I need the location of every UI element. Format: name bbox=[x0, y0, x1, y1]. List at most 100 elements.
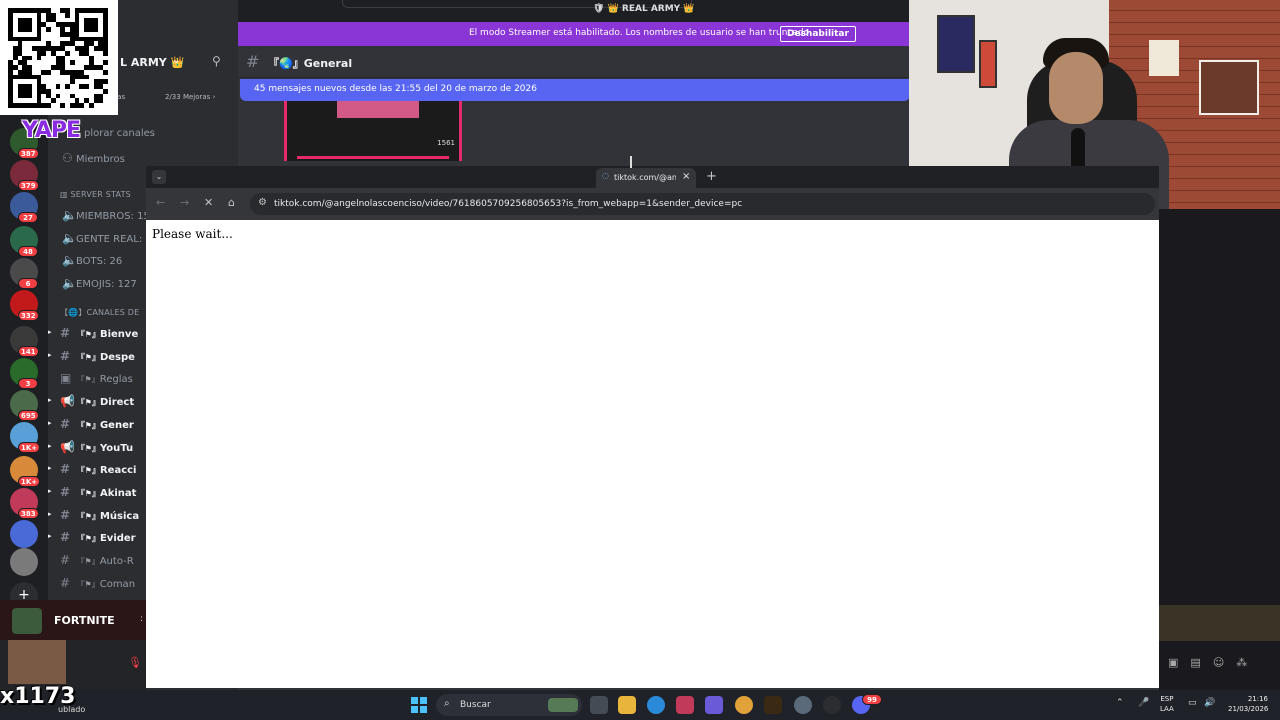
channel-emoji-icon: 『⚑』 bbox=[74, 557, 100, 566]
edge-icon[interactable] bbox=[647, 696, 665, 714]
back-arrow-icon[interactable]: ← bbox=[156, 196, 165, 209]
qr-grid bbox=[8, 8, 110, 108]
page-content: Please wait... bbox=[146, 220, 1159, 688]
server-icon[interactable] bbox=[10, 548, 38, 576]
volume-icon[interactable]: 🔊 bbox=[1204, 698, 1215, 708]
lang-bottom: LAA bbox=[1160, 705, 1174, 713]
file-explorer-icon[interactable] bbox=[618, 696, 636, 714]
tab-strip: ⌄ ◌ tiktok.com/@ang × + bbox=[146, 166, 1159, 188]
channel-label: Reacci bbox=[99, 465, 137, 477]
qr-code bbox=[0, 0, 118, 115]
members-link[interactable]: ⚇ Miembros bbox=[62, 151, 125, 169]
server-icon[interactable] bbox=[10, 520, 38, 548]
crown-icon: 👑 bbox=[607, 4, 622, 14]
channel-item[interactable]: # 『⚑』Auto-R bbox=[60, 553, 134, 571]
url-text[interactable]: tiktok.com/@angelnolascoenciso/video/761… bbox=[274, 199, 742, 209]
channel-type-icon: # bbox=[60, 484, 71, 499]
tab-search-button[interactable]: ⌄ bbox=[152, 170, 166, 184]
channel-item[interactable]: ▣ 『⚑』Reglas bbox=[60, 371, 133, 389]
channel-label: Despe bbox=[99, 351, 135, 363]
channel-type-icon: # bbox=[60, 530, 71, 545]
sticker-icon[interactable]: ▤ bbox=[1190, 656, 1200, 669]
channel-item[interactable]: ▸ # 『⚑』Gener bbox=[48, 417, 134, 435]
clock[interactable]: 21:16 21/03/2026 bbox=[1228, 694, 1268, 714]
right-overlay-box bbox=[1159, 605, 1280, 641]
channel-item[interactable]: ▸ 📢 『⚑』Direct bbox=[48, 394, 135, 412]
stat-channel[interactable]: 🔈GENTE REAL: bbox=[62, 231, 142, 249]
chart-icon: ▥ bbox=[60, 190, 71, 199]
game-app-icon[interactable] bbox=[764, 696, 782, 714]
chat-image-attachment[interactable]: 1561 bbox=[284, 101, 462, 161]
channel-label: Auto-R bbox=[99, 556, 134, 567]
server-mention-badge: 27 bbox=[18, 212, 38, 223]
channel-item[interactable]: ▸ # 『⚑』Música bbox=[48, 508, 139, 526]
channel-item[interactable]: ▸ # 『⚑』Evider bbox=[48, 530, 136, 548]
site-info-icon[interactable]: ⚙ bbox=[258, 197, 267, 208]
webcam-poster bbox=[979, 40, 997, 88]
channel-item[interactable]: ▸ # 『⚑』Reacci bbox=[48, 462, 137, 480]
channel-title: 『🌏』General bbox=[268, 57, 353, 70]
fortnite-icon bbox=[12, 608, 42, 634]
category-canales[interactable]: 【🌐】CANALES DE bbox=[60, 307, 139, 318]
channel-item[interactable]: # 『⚑』Coman bbox=[60, 576, 135, 594]
channel-item[interactable]: ▸ 📢 『⚑』YouTu bbox=[48, 440, 133, 458]
channel-label: Coman bbox=[99, 578, 136, 590]
channel-type-icon: ▣ bbox=[60, 371, 72, 386]
channel-item[interactable]: ▸ # 『⚑』Despe bbox=[48, 349, 135, 367]
windows-start-icon[interactable] bbox=[411, 697, 427, 713]
image-count: 1561 bbox=[437, 139, 455, 147]
stop-loading-icon[interactable]: ✕ bbox=[204, 196, 213, 209]
new-messages-banner[interactable]: 45 mensajes nuevos desde las 21:55 del 2… bbox=[240, 79, 910, 101]
server-mention-badge: 387 bbox=[18, 148, 39, 159]
brick-line bbox=[1109, 46, 1280, 47]
address-bar[interactable]: ⚙ tiktok.com/@angelnolascoenciso/video/7… bbox=[250, 193, 1155, 215]
disable-streamer-button[interactable]: Deshabilitar bbox=[780, 26, 856, 42]
store-icon[interactable] bbox=[676, 696, 694, 714]
network-icon[interactable]: ▭ bbox=[1188, 698, 1197, 708]
crown-icon: 👑 bbox=[680, 4, 695, 14]
chrome-icon[interactable] bbox=[735, 696, 753, 714]
home-icon[interactable]: ⌂ bbox=[228, 196, 235, 209]
activity-title: FORTNITE bbox=[54, 614, 115, 627]
forward-arrow-icon[interactable]: → bbox=[180, 196, 189, 209]
discord-topbar: 🛡 👑 REAL ARMY 👑 bbox=[238, 0, 910, 22]
channel-item[interactable]: ▸ # 『⚑』Bienve bbox=[48, 326, 138, 344]
channel-emoji-icon: 『⚑』 bbox=[74, 352, 100, 362]
tray-chevron-icon[interactable]: ⌃ bbox=[1116, 698, 1124, 708]
weather-text: ublado bbox=[58, 705, 86, 714]
add-user-icon[interactable]: ⚲ bbox=[212, 54, 221, 68]
explore-channels-link[interactable]: plorar canales bbox=[84, 128, 155, 146]
settings-app-icon[interactable] bbox=[823, 696, 841, 714]
taskbar-search[interactable]: ⌕ Buscar bbox=[436, 694, 582, 716]
mic-muted-icon[interactable]: 🎙 bbox=[128, 656, 142, 669]
channel-label: Direct bbox=[99, 397, 135, 409]
chrome-active-icon[interactable] bbox=[794, 696, 812, 714]
stat-channel[interactable]: 🔈BOTS: 26 bbox=[62, 253, 122, 271]
stat-channel[interactable]: 🔈EMOJIS: 127 bbox=[62, 276, 137, 294]
channel-emoji-icon: 『⚑』 bbox=[74, 466, 100, 476]
channel-label: Gener bbox=[99, 419, 134, 431]
speaker-icon: 🔈 bbox=[62, 208, 77, 222]
emoji-icon[interactable]: ☺ bbox=[1213, 656, 1224, 669]
channel-item[interactable]: ▸ # 『⚑』Akinat bbox=[48, 484, 136, 503]
mic-icon[interactable]: 🎤 bbox=[1138, 698, 1149, 708]
language-indicator[interactable]: ESP LAA bbox=[1160, 694, 1174, 714]
channel-type-icon: 📢 bbox=[60, 394, 75, 409]
category-server-stats[interactable]: ▥ SERVER STATS bbox=[60, 190, 131, 199]
server-mention-badge: 3 bbox=[18, 378, 38, 389]
channel-label: Reglas bbox=[99, 374, 133, 386]
more-icon[interactable]: : bbox=[140, 614, 143, 624]
gif-icon[interactable]: ▣ bbox=[1168, 656, 1178, 669]
copilot-icon[interactable] bbox=[705, 696, 723, 714]
new-tab-button[interactable]: + bbox=[706, 169, 717, 184]
yape-logo: YAPE bbox=[22, 118, 81, 143]
apps-icon[interactable]: ⁂ bbox=[1236, 656, 1247, 669]
activity-card[interactable]: FORTNITE : bbox=[0, 600, 146, 640]
tab-tiktok[interactable]: ◌ tiktok.com/@ang × bbox=[596, 168, 696, 188]
browser-toolbar: ← → ✕ ⌂ ⚙ tiktok.com/@angelnolascoenciso… bbox=[146, 188, 1159, 220]
task-view-icon[interactable] bbox=[590, 696, 608, 714]
webcam-person-head bbox=[1049, 52, 1103, 124]
chat-header: # 『🌏』General bbox=[238, 46, 910, 78]
close-icon[interactable]: × bbox=[682, 171, 690, 182]
stat-channel[interactable]: 🔈MIEMBROS: 15 bbox=[62, 208, 150, 226]
